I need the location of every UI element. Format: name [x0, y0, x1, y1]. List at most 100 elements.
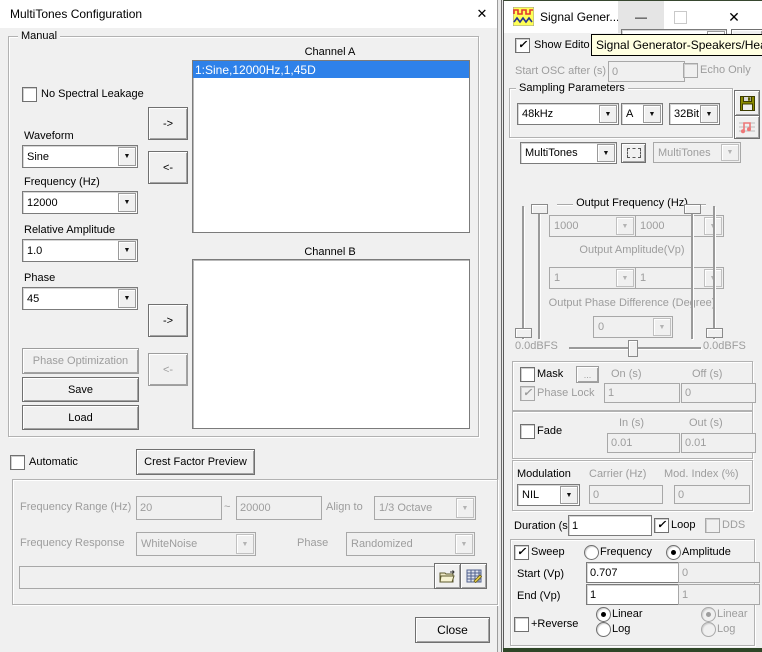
- chevron-down-icon[interactable]: ▼: [560, 486, 578, 504]
- remove-from-channel-b-button[interactable]: <-: [148, 353, 188, 386]
- chevron-down-icon[interactable]: ▼: [118, 289, 136, 308]
- chevron-down-icon[interactable]: ▼: [118, 147, 136, 166]
- channel-a-selected-item[interactable]: 1:Sine,12000Hz,1,45D: [193, 61, 469, 78]
- mask-off-input[interactable]: 0: [681, 383, 756, 403]
- left-outer-slider-track[interactable]: [522, 206, 524, 339]
- output-amplitude-b-select[interactable]: 1 ▼: [635, 267, 724, 289]
- musical-scale-button[interactable]: [734, 115, 760, 139]
- multitones-config-button[interactable]: [621, 143, 646, 163]
- output-amplitude-a-select[interactable]: 1 ▼: [549, 267, 636, 289]
- crest-factor-preview-button[interactable]: Crest Factor Preview: [136, 449, 255, 475]
- channel-b-listbox[interactable]: [192, 259, 470, 429]
- frequency-response-label: Frequency Response: [20, 537, 125, 549]
- duration-input[interactable]: 1: [568, 515, 652, 536]
- mask-more-button[interactable]: ...: [576, 366, 599, 383]
- right-inner-slider-track[interactable]: [691, 206, 693, 339]
- right-outer-slider-track[interactable]: [713, 206, 715, 339]
- linear-radio[interactable]: [596, 607, 611, 622]
- right-outer-slider-thumb[interactable]: [706, 328, 723, 338]
- chevron-down-icon: ▼: [455, 534, 473, 554]
- output-phase-difference-label: Output Phase Difference (Degree): [532, 297, 732, 309]
- save-button[interactable]: Save: [22, 377, 139, 402]
- bit-depth-select[interactable]: 32Bit ▼: [669, 103, 720, 125]
- mod-index-input[interactable]: 0: [674, 485, 750, 504]
- waveform-select[interactable]: Sine ▼: [22, 145, 138, 168]
- mask-on-input[interactable]: 1: [604, 383, 680, 403]
- close-icon[interactable]: ✕: [472, 5, 492, 23]
- chevron-down-icon[interactable]: ▼: [599, 105, 617, 123]
- sweep-end-a-input[interactable]: 1: [586, 584, 680, 605]
- maximize-icon[interactable]: [674, 11, 687, 24]
- echo-only-checkbox[interactable]: [683, 63, 698, 78]
- phase-lock-checkbox[interactable]: ✓: [520, 386, 535, 401]
- no-spectral-leakage-checkbox[interactable]: [22, 87, 37, 102]
- close-icon[interactable]: ✕: [719, 6, 749, 28]
- chevron-down-icon[interactable]: ▼: [643, 105, 661, 123]
- output-frequency-b-select[interactable]: 1000 ▼: [635, 215, 724, 237]
- fade-in-input[interactable]: 0.01: [607, 433, 680, 453]
- frequency-range-from-input[interactable]: 20: [136, 496, 222, 520]
- sweep-start-b-input[interactable]: 0: [678, 562, 760, 583]
- window-gap-divider: [501, 0, 502, 652]
- left-inner-slider-track[interactable]: [538, 206, 540, 339]
- manual-group-label: Manual: [18, 30, 60, 42]
- sweep-frequency-radio[interactable]: [584, 545, 599, 560]
- remove-from-channel-a-button[interactable]: <-: [148, 151, 188, 184]
- fade-out-input[interactable]: 0.01: [681, 433, 756, 453]
- linear-right-radio[interactable]: [701, 607, 716, 622]
- load-button[interactable]: Load: [22, 405, 139, 430]
- sweep-start-a-input[interactable]: 0.707: [586, 562, 680, 583]
- carrier-input[interactable]: 0: [589, 485, 663, 504]
- balance-slider-thumb[interactable]: [628, 340, 638, 357]
- start-osc-input[interactable]: 0: [608, 61, 685, 82]
- dds-label: DDS: [722, 519, 745, 531]
- phase-optimization-button[interactable]: Phase Optimization: [22, 348, 139, 374]
- multitones-titlebar[interactable]: MultiTones Configuration ✕: [0, 0, 497, 28]
- chevron-down-icon[interactable]: ▼: [118, 241, 136, 260]
- automatic-checkbox[interactable]: [10, 455, 25, 470]
- mask-on-label: On (s): [611, 368, 642, 380]
- output-phase-difference-select[interactable]: 0 ▼: [593, 316, 673, 338]
- channel-select[interactable]: A ▼: [621, 103, 663, 125]
- log-right-radio[interactable]: [701, 622, 716, 637]
- sweep-amplitude-radio[interactable]: [666, 545, 681, 560]
- reverse-checkbox[interactable]: [514, 617, 529, 632]
- log-radio[interactable]: [596, 622, 611, 637]
- output-frequency-a-select[interactable]: 1000 ▼: [549, 215, 636, 237]
- add-to-channel-b-button[interactable]: ->: [148, 304, 188, 337]
- open-file-button[interactable]: [434, 563, 461, 589]
- window-title: Signal Gener...: [540, 10, 619, 24]
- chevron-down-icon[interactable]: ▼: [700, 105, 718, 123]
- show-editor-checkbox[interactable]: ✓: [515, 38, 530, 53]
- frequency-select[interactable]: 12000 ▼: [22, 191, 138, 214]
- left-outer-slider-thumb[interactable]: [515, 328, 532, 338]
- align-to-select[interactable]: 1/3 Octave ▼: [374, 496, 476, 520]
- channel-a-listbox[interactable]: 1:Sine,12000Hz,1,45D: [192, 60, 470, 233]
- chevron-down-icon[interactable]: ▼: [118, 193, 136, 212]
- sweep-checkbox[interactable]: ✓: [514, 545, 529, 560]
- waveform-type-right-select[interactable]: MultiTones ▼: [653, 142, 741, 163]
- right-inner-slider-thumb[interactable]: [684, 204, 701, 214]
- frequency-response-select[interactable]: WhiteNoise ▼: [136, 532, 256, 556]
- phase-select[interactable]: 45 ▼: [22, 287, 138, 310]
- auto-phase-select[interactable]: Randomized ▼: [346, 532, 475, 556]
- close-button[interactable]: Close: [415, 617, 490, 643]
- fade-checkbox[interactable]: [520, 424, 535, 439]
- loop-checkbox[interactable]: ✓: [654, 518, 669, 533]
- mask-checkbox[interactable]: [520, 367, 535, 382]
- floppy-disk-icon: [740, 96, 755, 111]
- frequency-range-to-input[interactable]: 20000: [236, 496, 322, 520]
- relative-amplitude-select[interactable]: 1.0 ▼: [22, 239, 138, 262]
- modulation-type-select[interactable]: NIL ▼: [517, 484, 580, 506]
- check-icon: ✓: [657, 520, 666, 531]
- chevron-down-icon[interactable]: ▼: [597, 144, 615, 162]
- dds-checkbox[interactable]: [705, 518, 720, 533]
- add-to-channel-a-button[interactable]: ->: [148, 107, 188, 140]
- left-inner-slider-thumb[interactable]: [531, 204, 548, 214]
- waveform-type-select[interactable]: MultiTones ▼: [520, 142, 617, 164]
- save-signal-button[interactable]: [734, 90, 760, 116]
- sweep-end-b-input[interactable]: 1: [678, 584, 760, 605]
- sample-rate-select[interactable]: 48kHz ▼: [517, 103, 619, 125]
- edit-table-button[interactable]: [460, 563, 487, 589]
- file-path-input[interactable]: [19, 566, 435, 589]
